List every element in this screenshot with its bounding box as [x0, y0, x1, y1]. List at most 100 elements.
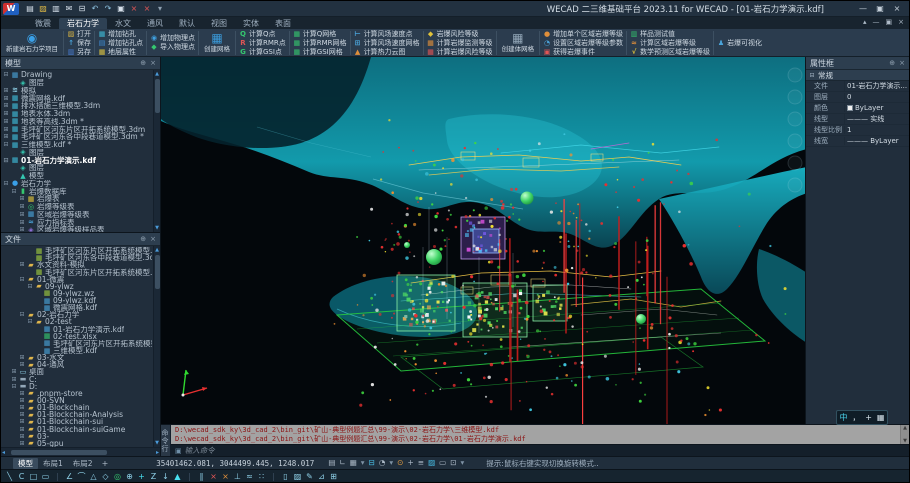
add-single-region-rockburst-level-button[interactable]: ●增加单个区域岩爆等级: [543, 30, 623, 38]
tree-item[interactable]: ⊞▦地表等高线.3dm *: [1, 118, 152, 126]
expand-toggle-icon[interactable]: ⊞: [19, 354, 25, 361]
expand-toggle-icon[interactable]: ⊟: [3, 157, 9, 164]
calc-thermal-map-button[interactable]: ▲计算热力云图: [354, 48, 420, 56]
rockburst-risk-level-button[interactable]: ◆岩爆风险等级: [427, 30, 493, 38]
center-icon[interactable]: ⊕: [125, 470, 134, 483]
line-icon[interactable]: ╲: [5, 470, 14, 483]
tree-item[interactable]: ⊞▰03-水文: [1, 354, 152, 361]
tree-item[interactable]: ⊟▮岩爆数据库: [1, 187, 152, 195]
open-button[interactable]: ▨打开: [67, 30, 91, 38]
calc-gsi-point-button[interactable]: G计算GSI点: [239, 48, 286, 56]
tree-item[interactable]: ▦毛坪矿区河东片区开拓系统模型.3dm: [1, 268, 152, 275]
scroll-up-icon[interactable]: ▲: [155, 247, 159, 253]
expand-toggle-icon[interactable]: ⊞: [19, 440, 25, 447]
tree-item[interactable]: ▦09-ylwz.wz: [1, 290, 152, 297]
file-tree-scrollbar[interactable]: ▲ ▼: [153, 246, 160, 447]
add-physical-point-button[interactable]: ◉增加物理点: [150, 34, 195, 42]
polar-dropdown-icon[interactable]: ▾: [389, 457, 393, 469]
calc-rmr-point-button[interactable]: R计算RMR点: [239, 39, 286, 47]
expand-toggle-icon[interactable]: ⊟: [3, 180, 9, 187]
property-row[interactable]: 文件01-岩石力学演示...: [806, 81, 909, 92]
layout-tab-布局1[interactable]: 布局1: [38, 458, 68, 469]
dynamic-input-icon[interactable]: ▭: [439, 457, 446, 469]
add-layout-button[interactable]: +: [98, 459, 113, 468]
property-row[interactable]: 线型比例1: [806, 125, 909, 136]
rockburst-visualization-button[interactable]: ♟岩爆可视化: [717, 39, 762, 47]
osnap-icon[interactable]: ⊙: [397, 457, 403, 469]
pin-icon[interactable]: ⊕: [140, 235, 146, 243]
tree-item[interactable]: ⊞▰03-: [1, 433, 152, 440]
property-row[interactable]: 线宽——— ByLayer: [806, 136, 909, 147]
undo-icon[interactable]: ↶: [90, 2, 100, 16]
fill-icon[interactable]: ▲: [173, 470, 182, 483]
tree-item[interactable]: ⊟▬D:: [1, 383, 152, 390]
ribbon-tab-实体[interactable]: 实体: [235, 18, 267, 29]
viewport-icon[interactable]: ▯: [281, 470, 290, 483]
new-file-icon[interactable]: ▤: [25, 2, 35, 16]
tree-item[interactable]: ▦毛坪矿区河东片区开拓系统模型.3dm: [1, 247, 152, 254]
redo-icon[interactable]: ↷: [103, 2, 113, 16]
expand-toggle-icon[interactable]: ⊞: [3, 95, 9, 102]
model-tree-scrollbar[interactable]: ▲ ▼: [153, 70, 160, 232]
expand-toggle-icon[interactable]: ⊞: [19, 226, 25, 232]
snap-icon[interactable]: ∟: [339, 457, 345, 469]
tree-item[interactable]: ⊟▦三维模型.kdf *: [1, 141, 152, 149]
polyline-icon[interactable]: ▭: [41, 470, 50, 483]
tree-item[interactable]: ⊞▰05-gpu: [1, 440, 152, 447]
ime-punctuation-icon[interactable]: ，: [852, 411, 860, 424]
add-borehole-button[interactable]: ▦增加钻孔: [98, 30, 143, 38]
ribbon-tab-视图[interactable]: 视图: [203, 18, 235, 29]
lineweight-icon[interactable]: ≡: [418, 457, 424, 469]
expand-toggle-icon[interactable]: ⊟: [19, 311, 25, 318]
calc-wind-velocity-grid-button[interactable]: ⊞计算风场速度网格: [354, 39, 420, 47]
tree-item[interactable]: ⊟▦Drawing: [1, 71, 152, 79]
print-icon[interactable]: ⊟: [77, 2, 87, 16]
ribbon-tab-水文[interactable]: 水文: [107, 18, 139, 29]
arc-icon[interactable]: ⌒: [77, 470, 86, 483]
tree-item[interactable]: ⊟▰02-test: [1, 318, 152, 325]
maximize-button[interactable]: ▣: [875, 4, 885, 13]
scroll-thumb[interactable]: [155, 255, 160, 289]
command-history[interactable]: D:\wecad_sdk_ky\3d_cad_2\bin_git\矿山-典型例题…: [171, 425, 900, 444]
calc-rockburst-monitor-level-button[interactable]: ▦计算岩爆监测等级: [427, 39, 493, 47]
close-icon[interactable]: ×: [150, 235, 156, 243]
tree-item[interactable]: ▲模型: [1, 172, 152, 180]
transparency-icon[interactable]: ▨: [428, 457, 435, 469]
tree-item[interactable]: ▦02-test.xlsx: [1, 333, 152, 340]
tree-item[interactable]: ⊟▦01-岩石力学演示.kdf: [1, 156, 152, 164]
expand-toggle-icon[interactable]: ⊞: [19, 390, 25, 397]
calc-q-point-button[interactable]: Q计算Q点: [239, 30, 286, 38]
expand-toggle-icon[interactable]: ⊞: [19, 211, 25, 218]
expand-toggle-icon[interactable]: ⊞: [19, 361, 25, 368]
property-row[interactable]: 颜色ByLayer: [806, 103, 909, 114]
properties-section-general[interactable]: ⊟ 常规: [806, 70, 909, 81]
ribbon-tab-通风[interactable]: 通风: [139, 18, 171, 29]
expand-toggle-icon[interactable]: ⊞: [3, 102, 9, 109]
ribbon-tab-微震[interactable]: 微震: [27, 18, 59, 29]
expand-toggle-icon[interactable]: ⊞: [3, 87, 9, 94]
tree-item[interactable]: ⊞▰01-Blockchain-sui: [1, 418, 152, 425]
calc-rmr-grid-button[interactable]: ▦计算RMR网格: [293, 39, 347, 47]
calc-gsi-grid-button[interactable]: ▦计算GSI网格: [293, 48, 347, 56]
circle-icon[interactable]: C: [17, 470, 26, 483]
pen-icon[interactable]: ✎: [305, 470, 314, 483]
customize-icon[interactable]: ▾: [461, 457, 465, 469]
collapse-icon[interactable]: ⊟: [809, 72, 815, 79]
expand-toggle-icon[interactable]: ⊞: [19, 195, 25, 202]
calc-wind-velocity-point-button[interactable]: ⊢计算风场速度点: [354, 30, 420, 38]
tree-item[interactable]: ◈图层: [1, 149, 152, 157]
sample-test-values-button[interactable]: ▥样品测试值: [630, 30, 710, 38]
mirror-icon[interactable]: ∥: [197, 470, 206, 483]
new-rock-mechanics-project-button[interactable]: ◉新建岩石力学项目: [4, 32, 60, 53]
tree-item[interactable]: ⊞▭桌面: [1, 368, 152, 375]
expand-toggle-icon[interactable]: ⊞: [19, 203, 25, 210]
tree-item[interactable]: ⊞▰04-通风: [1, 361, 152, 368]
mdi-restore-button[interactable]: ▣: [886, 18, 893, 26]
expand-toggle-icon[interactable]: ⊟: [19, 276, 25, 283]
command-window-tab[interactable]: 命令行: [161, 425, 171, 456]
expand-toggle-icon[interactable]: ⊞: [19, 219, 25, 226]
perpendicular-icon[interactable]: ⊥: [233, 470, 242, 483]
tree-item[interactable]: ⊞▰01-Blockchain-Analysis: [1, 411, 152, 418]
tree-item[interactable]: ▦01-岩石力学演示.kdf: [1, 326, 152, 333]
email-icon[interactable]: ✉: [64, 2, 74, 16]
